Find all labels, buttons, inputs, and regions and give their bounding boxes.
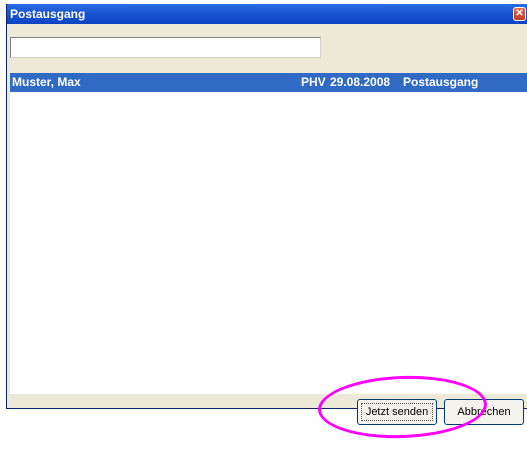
table-row[interactable]: Muster, Max PHV 29.08.2008 Postausgang [10, 73, 527, 92]
row-recipient-name: Muster, Max [12, 75, 81, 89]
row-type: Postausgang [403, 75, 479, 89]
close-icon[interactable]: ✕ [513, 7, 526, 21]
search-input[interactable] [10, 37, 321, 58]
row-date: 29.08.2008 [330, 75, 391, 89]
row-code: PHV [301, 75, 326, 89]
window-title: Postausgang [10, 7, 86, 21]
title-bar[interactable]: Postausgang ✕ [7, 4, 527, 24]
send-now-button[interactable]: Jetzt senden [357, 399, 437, 425]
outbox-list: Muster, Max PHV 29.08.2008 Postausgang [10, 73, 527, 394]
cancel-button[interactable]: Abbrechen [444, 399, 524, 425]
postausgang-window: Postausgang ✕ Muster, Max PHV 29.08.2008… [6, 4, 527, 409]
